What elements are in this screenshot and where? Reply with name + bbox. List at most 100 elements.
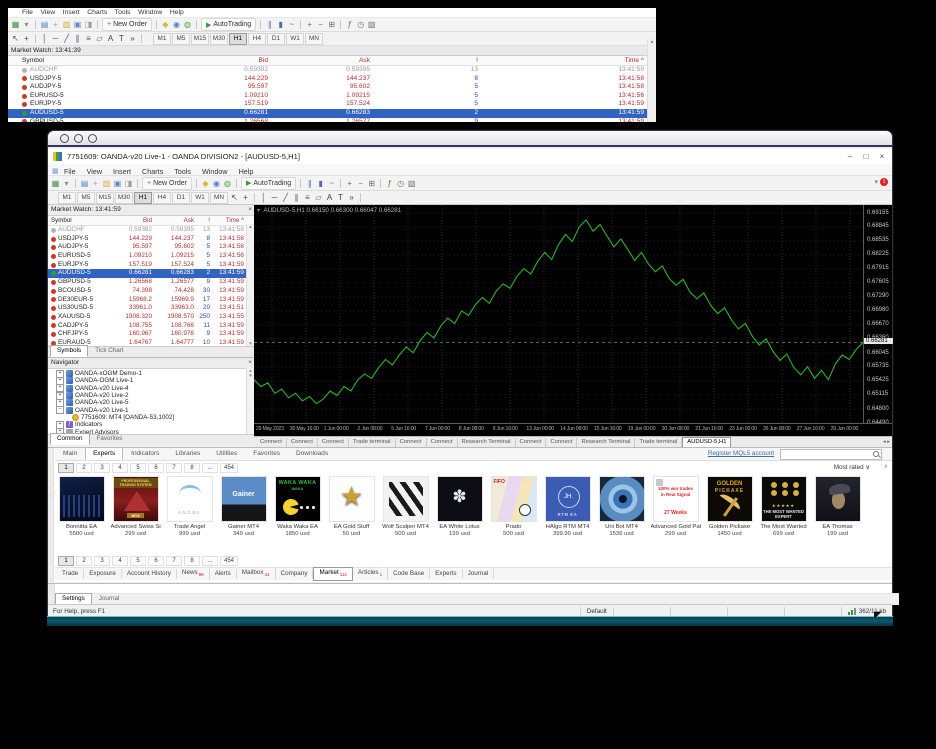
- trendline-icon[interactable]: ╱: [280, 192, 291, 203]
- panel-grip[interactable]: ⋮⋮⋮: [48, 448, 54, 582]
- navigator-icon[interactable]: ▥: [101, 178, 112, 189]
- text-icon[interactable]: A: [324, 192, 335, 203]
- vertical-line-icon[interactable]: │: [39, 33, 50, 44]
- metaeditor-icon[interactable]: ◆: [160, 19, 171, 30]
- new-order-button[interactable]: +New Order: [102, 18, 152, 31]
- menu-item-insert[interactable]: Insert: [113, 167, 131, 176]
- pin-icon[interactable]: ▾: [874, 178, 878, 186]
- mt4-titlebar[interactable]: 7751609: OANDA-v20 Live-1 - OANDA DIVISI…: [48, 149, 892, 165]
- zoom-in-icon[interactable]: +: [344, 178, 355, 189]
- time-axis[interactable]: 29 May 202330 May 16:001 Jun 00:002 Jun …: [254, 423, 892, 436]
- chart-tab-trade-terminal-3[interactable]: Trade terminal: [349, 438, 396, 447]
- equidistant-channel-icon[interactable]: ∥: [291, 192, 302, 203]
- market-watch-row-audusd-5[interactable]: AUDUSD-50.662810.66283213:41:59: [8, 109, 656, 118]
- sort-dropdown[interactable]: Most rated ∨: [834, 464, 870, 471]
- templates-icon[interactable]: ▧: [366, 19, 377, 30]
- pagination-page-8[interactable]: 8: [184, 556, 200, 566]
- timeframe-m15[interactable]: M15: [191, 33, 209, 45]
- market-watch-row-audusd-5[interactable]: AUDUSD-50.662810.66283213:41:59: [48, 269, 254, 278]
- product-card-advanced-swiss-sc[interactable]: PROFESSIONAL TRADING SYSTEMMT4Advanced S…: [110, 476, 161, 554]
- market-tab-libraries[interactable]: Libraries: [167, 447, 208, 460]
- pagination-page-5[interactable]: 5: [130, 556, 146, 566]
- data-window-icon[interactable]: +: [90, 178, 101, 189]
- tile-windows-icon[interactable]: ⊞: [326, 19, 337, 30]
- price-chart[interactable]: [254, 205, 863, 424]
- chart-tab-research-terminal-6[interactable]: Research Terminal: [458, 438, 516, 447]
- market-watch-row-gbpusd-5[interactable]: GBPUSD-51.265681.26577913:41:59: [8, 118, 656, 122]
- chart-tab-audusd-5-h1-11[interactable]: AUDUSD-5,H1: [682, 437, 731, 448]
- bar-chart-icon[interactable]: ∥: [264, 19, 275, 30]
- fragment-scrollbar[interactable]: ▲: [647, 39, 656, 122]
- menu-item-charts[interactable]: Charts: [142, 167, 163, 176]
- navigator-item-oanda-xogm-demo-1[interactable]: +OANDA-xOGM Demo-1: [48, 370, 254, 377]
- market-watch-row-eurusd-5[interactable]: EURUSD-51.092101.09215513:41:56: [48, 252, 254, 261]
- pagination-page-7[interactable]: 7: [166, 463, 182, 473]
- text-label-icon[interactable]: T: [335, 192, 346, 203]
- text-label-icon[interactable]: T: [116, 33, 127, 44]
- column-header-bid[interactable]: Bid: [158, 56, 268, 65]
- pagination-page-1[interactable]: 1: [58, 556, 74, 566]
- chart-panel[interactable]: ▾ AUDUSD-5,H1 0.66150 0.66300 0.66047 0.…: [254, 205, 892, 436]
- market-tab-indicators[interactable]: Indicators: [123, 447, 167, 460]
- scroll-up-icon[interactable]: ∧: [884, 463, 888, 470]
- product-card-advanced-gold-pat[interactable]: 100% win trades in Real Signal27 WeeksAd…: [650, 476, 701, 554]
- tab-symbols[interactable]: Symbols: [50, 345, 88, 357]
- tree-expander-icon[interactable]: −: [56, 406, 64, 414]
- candlestick-icon[interactable]: ▮: [315, 178, 326, 189]
- tab-common[interactable]: Common: [50, 433, 90, 445]
- chart-tab-connect-7[interactable]: Connect: [516, 438, 547, 447]
- new-chart-icon[interactable]: ▦: [10, 19, 21, 30]
- status-connection[interactable]: 362/11 kb: [841, 607, 892, 617]
- pagination-page-2[interactable]: 2: [76, 556, 92, 566]
- shapes-icon[interactable]: ▱: [313, 192, 324, 203]
- chart-tab-trade-terminal-10[interactable]: Trade terminal: [635, 438, 682, 447]
- mql5-community-icon[interactable]: ◉: [171, 19, 182, 30]
- column-header-symbol[interactable]: Symbol: [22, 56, 152, 65]
- column-header-symbol[interactable]: Symbol: [51, 216, 113, 225]
- market-watch-row-audchf[interactable]: AUDCHF0.593820.593951313:41:59: [48, 226, 254, 235]
- text-icon[interactable]: A: [105, 33, 116, 44]
- timeframe-mn[interactable]: MN: [210, 192, 228, 204]
- terminal-tab-articles[interactable]: Articles1: [353, 568, 388, 580]
- timeframe-m5[interactable]: M5: [172, 33, 190, 45]
- column-header-time[interactable]: Time ^: [574, 56, 644, 65]
- terminal-tab-journal[interactable]: Journal: [463, 569, 495, 579]
- maximize-button[interactable]: □: [858, 150, 874, 163]
- product-card-prado[interactable]: FIFOPrado500 usd: [488, 476, 539, 554]
- metaeditor-icon[interactable]: ◆: [200, 178, 211, 189]
- timeframe-h4[interactable]: H4: [248, 33, 266, 45]
- pagination-page-3[interactable]: 3: [94, 556, 110, 566]
- one-click-trading-icon[interactable]: ▾: [257, 207, 260, 214]
- terminal-tab-alerts[interactable]: Alerts: [210, 569, 237, 579]
- panel-grip[interactable]: ⋮⋮: [48, 584, 55, 605]
- market-tab-experts[interactable]: Experts: [85, 447, 123, 460]
- column-header-spread[interactable]: !: [438, 56, 478, 65]
- line-chart-icon[interactable]: ~: [286, 19, 297, 30]
- market-tab-main[interactable]: Main: [55, 447, 85, 460]
- product-card-ea-white-lotus[interactable]: ✽EA White Lotus199 usd: [434, 476, 485, 554]
- terminal-tab-company[interactable]: Company: [276, 569, 314, 579]
- horizontal-line-icon[interactable]: ─: [269, 192, 280, 203]
- timeframe-m30[interactable]: M30: [115, 192, 133, 204]
- menu-item-window[interactable]: Window: [202, 167, 228, 176]
- timeframe-h1[interactable]: H1: [229, 33, 247, 45]
- product-card-halgo-rtm-mt4[interactable]: JH.RTM EAHAlgo RTM MT4399.99 usd: [542, 476, 593, 554]
- fibonacci-icon[interactable]: ≡: [302, 192, 313, 203]
- window-circle-3-icon[interactable]: [88, 134, 97, 143]
- menu-item-view[interactable]: View: [87, 167, 102, 176]
- zoom-in-icon[interactable]: +: [304, 19, 315, 30]
- horizontal-line-icon[interactable]: ─: [50, 33, 61, 44]
- tile-windows-icon[interactable]: ⊞: [366, 178, 377, 189]
- timeframe-m5[interactable]: M5: [77, 192, 95, 204]
- timeframe-m30[interactable]: M30: [210, 33, 228, 45]
- column-header-spread[interactable]: !: [196, 216, 210, 225]
- market-watch-row-chfjpy-5[interactable]: CHFJPY-5160.967160.976913:41:59: [48, 330, 254, 339]
- pagination-page-7[interactable]: 7: [166, 556, 182, 566]
- terminal-tab-experts[interactable]: Experts: [430, 569, 462, 579]
- arrows-icon[interactable]: »: [346, 192, 357, 203]
- periods-icon[interactable]: ◷: [395, 178, 406, 189]
- search-public-icon[interactable]: ◍: [182, 19, 193, 30]
- timeframe-h4[interactable]: H4: [153, 192, 171, 204]
- product-card-ea-gold-stuff[interactable]: ★EA Gold Stuff50 usd: [326, 476, 377, 554]
- market-watch-row-bcousd-5[interactable]: BCOUSD-574.39874.4283013:41:59: [48, 287, 254, 296]
